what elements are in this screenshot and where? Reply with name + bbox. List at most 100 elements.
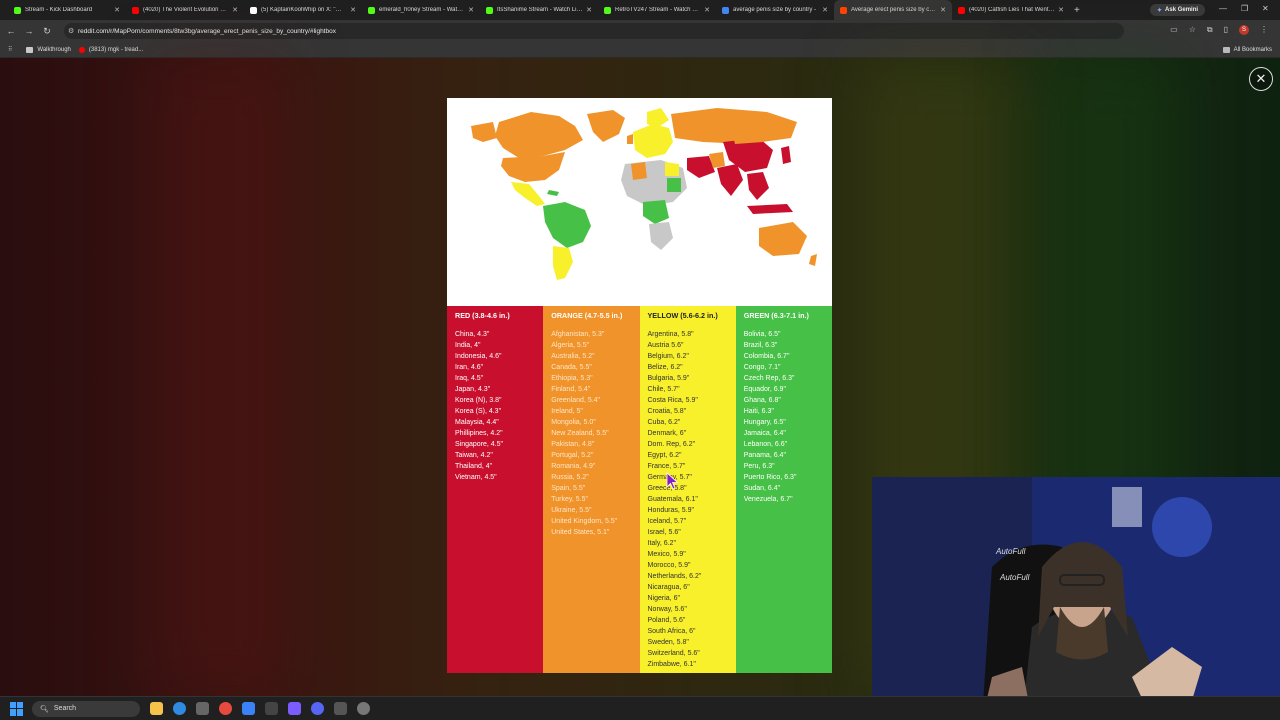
legend-item: Sudan, 6.4": [743, 485, 781, 492]
legend-header-red: RED (3.8-4.6 in.): [455, 311, 510, 320]
discord-icon[interactable]: [311, 702, 324, 715]
menu-icon[interactable]: ⋮: [1260, 25, 1268, 35]
app-icon[interactable]: [334, 702, 347, 715]
url-field[interactable]: ⚙ reddit.com/r/MapPorn/comments/8tw3bg/a…: [64, 23, 1124, 39]
split-view-icon[interactable]: ▯: [1224, 25, 1228, 35]
legend-item: Mexico, 5.9": [647, 551, 686, 558]
legend-column-orange: ORANGE (4.7-5.5 in.) Afghanistan, 5.3" Al…: [543, 306, 640, 673]
tab-close-icon[interactable]: ✕: [586, 6, 592, 14]
tab-close-icon[interactable]: ✕: [114, 6, 120, 14]
legend-item: Portugal, 5.2": [551, 452, 594, 459]
app-icon[interactable]: [242, 702, 255, 715]
legend-item: Netherlands, 6.2": [647, 573, 702, 580]
site-info-icon[interactable]: ⚙: [68, 27, 74, 35]
bookmark-star-icon[interactable]: ☆: [1189, 25, 1196, 35]
legend-item: China, 4.3": [455, 331, 490, 338]
legend-item: Lebanon, 6.6": [743, 441, 788, 448]
windows-start-icon[interactable]: [10, 701, 24, 716]
browser-tab[interactable]: Average erect penis size by cou... ✕: [834, 0, 952, 20]
legend-item: Nicaragua, 6": [647, 584, 690, 591]
taskbar: 🔍︎ Search: [0, 696, 1280, 720]
maximize-icon[interactable]: ❐: [1241, 4, 1248, 13]
legend-item: Morocco, 5.9": [647, 562, 691, 569]
tab-title: Stream - Kick Dashboard: [25, 7, 93, 13]
tab-close-icon[interactable]: ✕: [822, 6, 828, 14]
app-icon[interactable]: [288, 702, 301, 715]
minimize-icon[interactable]: —: [1219, 4, 1227, 13]
app-icon[interactable]: [265, 702, 278, 715]
tab-favicon-icon: [722, 6, 729, 14]
browser-tab[interactable]: average penis size by country - ✕: [716, 0, 834, 20]
all-bookmarks-button[interactable]: All Bookmarks: [1222, 46, 1272, 53]
cast-icon[interactable]: ▭: [1170, 25, 1178, 35]
apps-grid-icon[interactable]: ⠿: [8, 46, 12, 53]
legend-item: Austria 5.6": [647, 342, 684, 349]
legend-header-orange: ORANGE (4.7-5.5 in.): [551, 311, 623, 320]
tab-title: Average erect penis size by cou...: [851, 7, 938, 13]
mouse-cursor-icon: [666, 472, 679, 490]
file-explorer-icon[interactable]: [150, 702, 163, 715]
legend-item: Thailand, 4": [455, 463, 493, 470]
legend-item: Malaysia, 4.4": [455, 419, 499, 426]
tab-close-icon[interactable]: ✕: [704, 6, 710, 14]
extensions-icon[interactable]: ⧉: [1207, 25, 1213, 35]
ask-gemini-button[interactable]: ✦ Ask Gemini: [1150, 4, 1206, 16]
legend-item: Guatemala, 6.1": [647, 496, 698, 503]
reload-icon[interactable]: ↻: [38, 26, 56, 37]
legend-item: Ireland, 5": [551, 408, 583, 415]
legend-item: France, 5.7": [647, 463, 686, 470]
bookmark-mgk[interactable]: (3813) mgk - tread...: [78, 46, 143, 53]
tab-close-icon[interactable]: ✕: [232, 6, 238, 14]
chrome-icon[interactable]: [219, 702, 232, 715]
legend-item: Phillipines, 4.2": [455, 430, 503, 437]
browser-tab[interactable]: (4020) The Violent Evolution of ... ✕: [126, 0, 244, 20]
back-icon[interactable]: ←: [2, 26, 20, 36]
legend-item: Denmark, 6": [647, 430, 687, 437]
tab-close-icon[interactable]: ✕: [350, 6, 356, 14]
legend-item: South Africa, 6": [647, 628, 696, 635]
tab-title: (4020) The Violent Evolution of ...: [143, 7, 230, 13]
legend-item: Colombia, 6.7": [743, 353, 790, 360]
legend-item: Belgium, 6.2": [647, 353, 689, 360]
edge-icon[interactable]: [173, 702, 186, 715]
legend-item: Panama, 6.4": [743, 452, 786, 459]
browser-tab[interactable]: RetroTV247 Stream - Watch Liv... ✕: [598, 0, 716, 20]
webcam-scene: [872, 477, 1280, 720]
legend-item: Puerto Rico, 6.3": [743, 474, 797, 481]
browser-tab[interactable]: (4020) Catfish Lies That Went F... ✕: [952, 0, 1070, 20]
backdrop-blur: [150, 58, 290, 696]
tab-title: (4020) Catfish Lies That Went F...: [969, 7, 1056, 13]
legend-item: Chile, 5.7": [647, 386, 680, 393]
new-tab-button[interactable]: +: [1074, 5, 1080, 16]
legend-item: Turkey, 5.5": [551, 496, 588, 503]
browser-tab[interactable]: ItsShanime Stream - Watch Liv... ✕: [480, 0, 598, 20]
lightbox-image: RED (3.8-4.6 in.) China, 4.3" India, 4" In…: [447, 98, 832, 673]
browser-tab[interactable]: (5) KaptainKoolWhip on X: "Wh... ✕: [244, 0, 362, 20]
lightbox-close-button[interactable]: ✕: [1249, 67, 1273, 91]
legend-column-green: GREEN (6.3-7.1 in.) Bolivia, 6.5" Brazil,…: [735, 306, 832, 673]
taskbar-search[interactable]: 🔍︎ Search: [32, 700, 140, 717]
legend-item: Greenland, 5.4": [551, 397, 601, 404]
legend-item: Costa Rica, 5.9": [647, 397, 698, 404]
tab-close-icon[interactable]: ✕: [940, 6, 946, 14]
browser-tab[interactable]: Stream - Kick Dashboard ✕: [8, 0, 126, 20]
profile-avatar[interactable]: S: [1239, 25, 1249, 35]
bookmark-walkthrough[interactable]: Walkthrough: [26, 46, 71, 53]
tab-favicon-icon: [14, 6, 21, 14]
tab-favicon-icon: [368, 6, 375, 14]
close-window-icon[interactable]: ✕: [1262, 4, 1269, 13]
webcam-overlay: AutoFull AutoFull: [872, 477, 1280, 720]
legend-item: Egypt, 6.2": [647, 452, 682, 459]
store-icon[interactable]: [196, 702, 209, 715]
tab-close-icon[interactable]: ✕: [468, 6, 474, 14]
settings-icon[interactable]: [357, 702, 370, 715]
legend-item: Bulgaria, 5.9": [647, 375, 690, 382]
legend-item: Canada, 5.5": [551, 364, 592, 371]
forward-icon[interactable]: →: [20, 26, 38, 36]
legend-item: Jamaica, 6.4": [743, 430, 786, 437]
tab-title: ItsShanime Stream - Watch Liv...: [497, 7, 584, 13]
legend-item: Croatia, 5.8": [647, 408, 687, 415]
browser-tab[interactable]: emerald_h0ney Stream - Watch ... ✕: [362, 0, 480, 20]
tab-close-icon[interactable]: ✕: [1058, 6, 1064, 14]
legend-item: Korea (N), 3.8": [455, 397, 502, 404]
